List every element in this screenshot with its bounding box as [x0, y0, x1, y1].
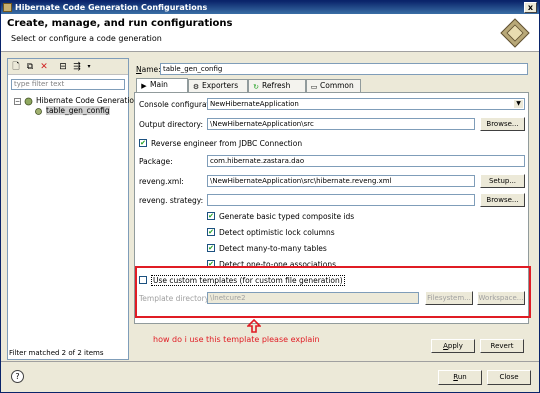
setup-button[interactable]: Setup... [480, 174, 525, 188]
reveng-strategy-field[interactable] [207, 194, 475, 206]
package-label: Package: [139, 157, 173, 166]
console-config-value: NewHibernateApplication [210, 100, 299, 108]
tab-common[interactable]: ▭ Common [306, 79, 361, 93]
tree-item-label: table_gen_config [46, 106, 110, 115]
filter-input[interactable]: type filter text [11, 79, 125, 90]
tab-refresh[interactable]: ↻ Refresh [248, 79, 306, 93]
annotation-arrow-icon [247, 319, 261, 333]
tree-item-label: Hibernate Code Generation [36, 96, 139, 105]
tree-item-hibernate-code-generation[interactable]: − Hibernate Code Generation [14, 96, 139, 106]
reveng-strategy-label: reveng. strategy: [139, 196, 204, 205]
collapse-all-icon[interactable]: ⊟ [58, 62, 68, 72]
reveng-xml-label: reveng.xml: [139, 177, 184, 186]
window-title: Hibernate Code Generation Configurations [15, 3, 208, 12]
hibernate-logo-icon [500, 18, 530, 48]
many-to-many-checkbox[interactable]: ✔ [207, 244, 215, 252]
filter-dropdown-icon[interactable]: ▾ [84, 62, 94, 72]
annotation-text: how do i use this template please explai… [153, 335, 320, 344]
chevron-down-icon[interactable]: ▼ [514, 100, 523, 108]
tab-exporters[interactable]: ⚙ Exporters [188, 79, 248, 93]
title-bar: Hibernate Code Generation Configurations… [1, 1, 539, 14]
composite-ids-label: Generate basic typed composite ids [219, 212, 355, 221]
browse-output-button[interactable]: Browse... [480, 117, 525, 131]
footer-separator [1, 361, 539, 362]
help-icon[interactable]: ? [11, 370, 24, 383]
annotation-highlight-box [135, 266, 531, 318]
tab-label: Main [150, 80, 168, 89]
header-banner: Create, manage, and run configurations S… [1, 14, 539, 52]
name-label: Name: [136, 65, 161, 74]
tab-main[interactable]: ▶ Main [136, 78, 188, 93]
refresh-icon: ↻ [253, 83, 259, 91]
common-icon: ▭ [310, 83, 318, 91]
apply-button[interactable]: Apply [431, 339, 475, 353]
many-to-many-label: Detect many-to-many tables [219, 244, 327, 253]
output-dir-label: Output directory: [139, 120, 203, 129]
banner-title: Create, manage, and run configurations [7, 18, 233, 29]
dialog-window: Hibernate Code Generation Configurations… [0, 0, 540, 393]
window-close-button[interactable]: x [524, 2, 537, 13]
close-button[interactable]: Close [487, 370, 531, 385]
console-config-select[interactable]: NewHibernateApplication ▼ [207, 98, 525, 110]
optimistic-lock-checkbox[interactable]: ✔ [207, 228, 215, 236]
browse-strategy-button[interactable]: Browse... [480, 193, 525, 207]
exporters-icon: ⚙ [192, 83, 200, 91]
tab-label: Common [320, 81, 354, 90]
hibernate-tools-icon [24, 97, 33, 106]
main-tab-icon: ▶ [141, 82, 147, 90]
collapse-toggle-icon[interactable]: − [14, 97, 21, 105]
tab-label: Exporters [202, 81, 239, 90]
tree-item-table-gen-config[interactable]: table_gen_config [34, 106, 110, 116]
name-field[interactable]: table_gen_config [160, 63, 528, 75]
config-icon [34, 107, 43, 116]
package-field[interactable]: com.hibernate.zastara.dao [207, 155, 525, 167]
revert-button[interactable]: Revert [480, 339, 524, 353]
filter-icon[interactable]: ⇶ [72, 62, 82, 72]
tab-label: Refresh [262, 81, 291, 90]
composite-ids-checkbox[interactable]: ✔ [207, 212, 215, 220]
run-button[interactable]: Run [438, 370, 482, 385]
reverse-engineer-label: Reverse engineer from JDBC Connection [151, 139, 303, 148]
configurations-pane: 🗋 ⧉ ✕ ⊟ ⇶ ▾ type filter text − Hibernate… [7, 58, 139, 360]
new-config-icon[interactable]: 🗋 [11, 62, 21, 72]
output-dir-field[interactable]: \NewHibernateApplication\src [207, 118, 475, 130]
banner-subtitle: Select or configure a code generation [11, 34, 162, 43]
filter-status: Filter matched 2 of 2 items [9, 349, 104, 357]
reverse-engineer-checkbox[interactable]: ✔ [139, 139, 147, 147]
reveng-xml-field[interactable]: \NewHibernateApplication\src\hibernate.r… [207, 175, 475, 187]
duplicate-icon[interactable]: ⧉ [25, 62, 35, 72]
left-toolbar: 🗋 ⧉ ✕ ⊟ ⇶ ▾ [8, 59, 128, 75]
hibernate-app-icon [3, 3, 12, 12]
optimistic-lock-label: Detect optimistic lock columns [219, 228, 335, 237]
delete-icon[interactable]: ✕ [39, 62, 49, 72]
